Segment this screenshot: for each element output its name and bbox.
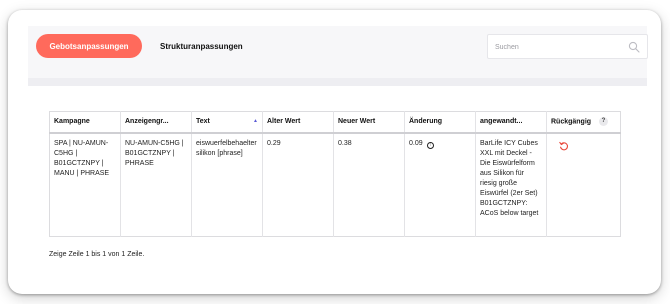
content-card: Kampagne Anzeigengr... Text ▲ Alter Wert…: [28, 86, 647, 278]
cell-alter-wert: 0.29: [262, 132, 334, 237]
column-header-text[interactable]: Text ▲: [191, 111, 263, 134]
sort-ascending-icon[interactable]: ▲: [253, 118, 258, 124]
cell-text: eiswuerfelbehaelter silikon [phrase]: [191, 132, 263, 237]
column-header-kampagne[interactable]: Kampagne: [49, 111, 121, 134]
tab-gebotsanpassungen[interactable]: Gebotsanpassungen: [36, 34, 142, 58]
table-header-row: Kampagne Anzeigengr... Text ▲ Alter Wert…: [49, 111, 621, 134]
column-header-text-label: Text: [196, 118, 210, 126]
help-icon[interactable]: ?: [599, 117, 609, 127]
column-header-neuer-wert[interactable]: Neuer Wert: [333, 111, 405, 134]
cell-aenderung: 0.09 ↑: [404, 132, 476, 237]
cell-neuer-wert: 0.38: [333, 132, 405, 237]
table-info-text: Zeige Zeile 1 bis 1 von 1 Zeile.: [49, 251, 145, 258]
undo-icon[interactable]: [559, 141, 569, 151]
tab-strukturanpassungen[interactable]: Strukturanpassungen: [160, 34, 243, 58]
column-header-alter-wert[interactable]: Alter Wert: [262, 111, 334, 134]
aenderung-value: 0.09: [409, 139, 423, 147]
increase-arrow-icon: ↑: [426, 141, 434, 149]
column-header-rueckgaengig-label: Rückgängig: [551, 118, 592, 126]
cell-anzeigengruppe: NU-AMUN-C5HG | B01GCTZNPY | PHRASE: [120, 132, 192, 237]
cell-kampagne: SPA | NU-AMUN-C5HG | B01GCTZNPY | MANU |…: [54, 139, 110, 177]
column-header-anzeigengruppe[interactable]: Anzeigengr...: [120, 111, 192, 134]
main-panel: Gebotsanpassungen Strukturanpassungen Su…: [28, 26, 648, 278]
cell-angewandt: BarLife ICY Cubes XXL mit Deckel - Die E…: [475, 132, 547, 237]
column-header-aenderung[interactable]: Änderung: [404, 111, 476, 134]
app-window: Gebotsanpassungen Strukturanpassungen Su…: [8, 10, 661, 294]
table-row: SPA | NU-AMUN-C5HG | B01GCTZNPY | MANU |…: [50, 132, 621, 237]
column-header-rueckgaengig[interactable]: Rückgängig ?: [546, 111, 621, 134]
search-input[interactable]: [495, 40, 625, 54]
column-header-angewandt[interactable]: angewandt...: [475, 111, 547, 134]
cell-rueckgaengig: [546, 132, 621, 237]
adjustments-table: Kampagne Anzeigengr... Text ▲ Alter Wert…: [49, 111, 621, 237]
top-bar: Gebotsanpassungen Strukturanpassungen: [28, 26, 648, 78]
search-icon[interactable]: [628, 41, 640, 53]
search-box: [487, 34, 648, 59]
